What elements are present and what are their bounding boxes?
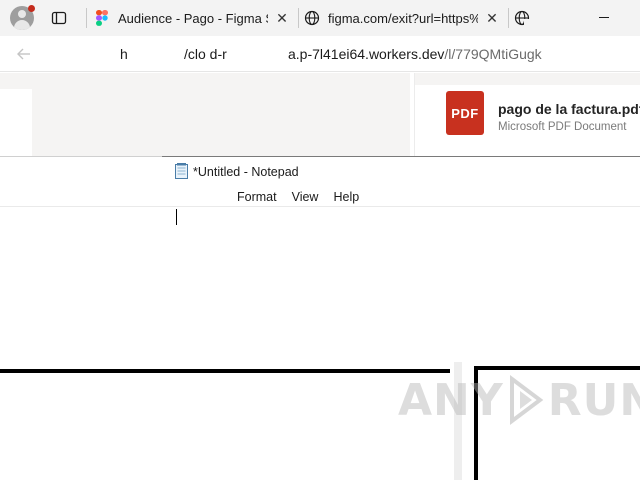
attachment-type: Microsoft PDF Document <box>498 121 627 133</box>
avatar-body <box>14 20 30 30</box>
address-bar: h /clo d-r a.p-7l41ei64.workers.dev/l/77… <box>0 36 640 72</box>
play-logo-icon <box>508 375 544 425</box>
background-window-left <box>0 369 464 480</box>
anyrun-watermark: ANY RUN <box>398 372 640 428</box>
browser-tab-strip: Audience - Pago - Figma Slides ✕ figma.c… <box>0 0 640 36</box>
minimize-button[interactable] <box>594 9 614 27</box>
attachment-card[interactable]: PDF pago de la factura.pdf Microsoft PDF… <box>414 73 640 157</box>
tab-title: figma.com/exit?url=https%3A%2F <box>328 10 478 26</box>
tab-title: Audience - Pago - Figma Slides <box>118 10 268 26</box>
url-field[interactable]: a.p-7l41ei64.workers.dev/l/779QMtiGugk <box>288 46 542 62</box>
page-left-panel <box>0 89 32 157</box>
screen: Audience - Pago - Figma Slides ✕ figma.c… <box>0 0 640 480</box>
tab-figma-slides[interactable]: Audience - Pago - Figma Slides ✕ <box>94 4 294 32</box>
menu-view[interactable]: View <box>292 190 319 204</box>
pdf-file-icon: PDF <box>446 91 484 135</box>
notepad-window: *Untitled - Notepad Format View Help <box>0 156 640 371</box>
text-caret <box>176 209 177 225</box>
back-arrow-icon[interactable] <box>14 44 34 64</box>
loading-globe-icon <box>514 10 530 26</box>
tab-close-icon[interactable]: ✕ <box>484 10 500 26</box>
card-top-strip <box>415 73 640 85</box>
tab-separator <box>86 8 87 28</box>
url-path: /l/779QMtiGugk <box>444 46 542 62</box>
avatar-head <box>18 10 26 18</box>
globe-icon <box>304 10 320 26</box>
watermark-left-text: ANY <box>398 374 504 426</box>
watermark-right-text: RUN <box>547 374 640 426</box>
tab-separator <box>508 8 509 28</box>
notepad-icon <box>175 163 188 179</box>
url-prefix[interactable]: h <box>120 46 128 62</box>
notepad-frame-edge <box>162 156 640 157</box>
tab-figma-exit[interactable]: figma.com/exit?url=https%3A%2F ✕ <box>304 4 504 32</box>
tab-loading[interactable] <box>514 4 544 32</box>
figma-icon <box>94 10 110 26</box>
notepad-text-area[interactable] <box>0 207 640 371</box>
menu-format[interactable]: Format <box>237 190 277 204</box>
page-content-left <box>0 73 410 157</box>
tab-actions-icon[interactable] <box>50 9 68 27</box>
url-host: a.p-7l41ei64.workers.dev <box>288 46 445 62</box>
notepad-menu-bar: Format View Help <box>237 190 374 204</box>
notepad-title: *Untitled - Notepad <box>193 165 299 179</box>
url-middle[interactable]: /clo d-r <box>184 46 227 62</box>
menu-help[interactable]: Help <box>333 190 359 204</box>
tab-separator <box>298 8 299 28</box>
tab-close-icon[interactable]: ✕ <box>274 10 290 26</box>
profile-alert-dot <box>28 5 35 12</box>
attachment-name[interactable]: pago de la factura.pdf <box>498 101 640 117</box>
